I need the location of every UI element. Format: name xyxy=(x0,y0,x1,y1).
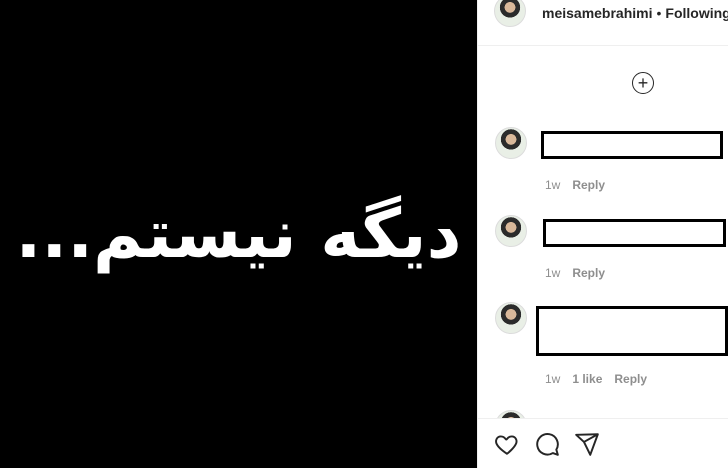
comment-time: 1w xyxy=(545,266,561,280)
post-image: دیگه نیستم... xyxy=(0,0,477,468)
post-image-text: دیگه نیستم... xyxy=(15,194,462,274)
reply-button[interactable]: Reply xyxy=(614,372,647,386)
comment-meta: 1w Reply xyxy=(545,266,617,280)
actions-divider xyxy=(478,418,728,419)
plus-circle-icon: + xyxy=(637,72,649,93)
reply-button[interactable]: Reply xyxy=(572,178,605,192)
load-more-comments-button[interactable]: + xyxy=(632,72,654,94)
share-icon xyxy=(575,433,599,456)
comment-time: 1w xyxy=(545,178,561,192)
like-button[interactable] xyxy=(494,431,520,457)
following-button[interactable]: Following xyxy=(665,5,728,21)
header-separator: • xyxy=(656,5,662,21)
commenter-avatar[interactable] xyxy=(495,215,527,247)
heart-icon xyxy=(495,435,518,455)
post-side-panel: meisamebrahimi • Following + 1w Reply 1w Rep… xyxy=(477,0,728,468)
comment-meta: 1w Reply xyxy=(545,178,617,192)
commenter-avatar[interactable] xyxy=(495,410,527,418)
commenter-avatar[interactable] xyxy=(495,127,527,159)
comment-icon xyxy=(536,433,559,456)
author-username[interactable]: meisamebrahimi xyxy=(542,5,653,21)
author-avatar[interactable] xyxy=(494,0,526,27)
comment-button[interactable] xyxy=(534,431,560,457)
comment-item-partial xyxy=(478,410,728,418)
share-button[interactable] xyxy=(574,431,600,457)
comment-time: 1w xyxy=(545,372,561,386)
redacted-comment-text xyxy=(536,306,728,356)
comment-likes[interactable]: 1 like xyxy=(572,372,602,386)
redacted-comment-text xyxy=(543,219,726,247)
comment-meta: 1w 1 like Reply xyxy=(545,372,659,386)
redacted-comment-text xyxy=(541,131,723,159)
header-divider xyxy=(478,45,728,46)
post-header: meisamebrahimi • Following xyxy=(542,5,728,21)
commenter-avatar[interactable] xyxy=(495,302,527,334)
reply-button[interactable]: Reply xyxy=(572,266,605,280)
